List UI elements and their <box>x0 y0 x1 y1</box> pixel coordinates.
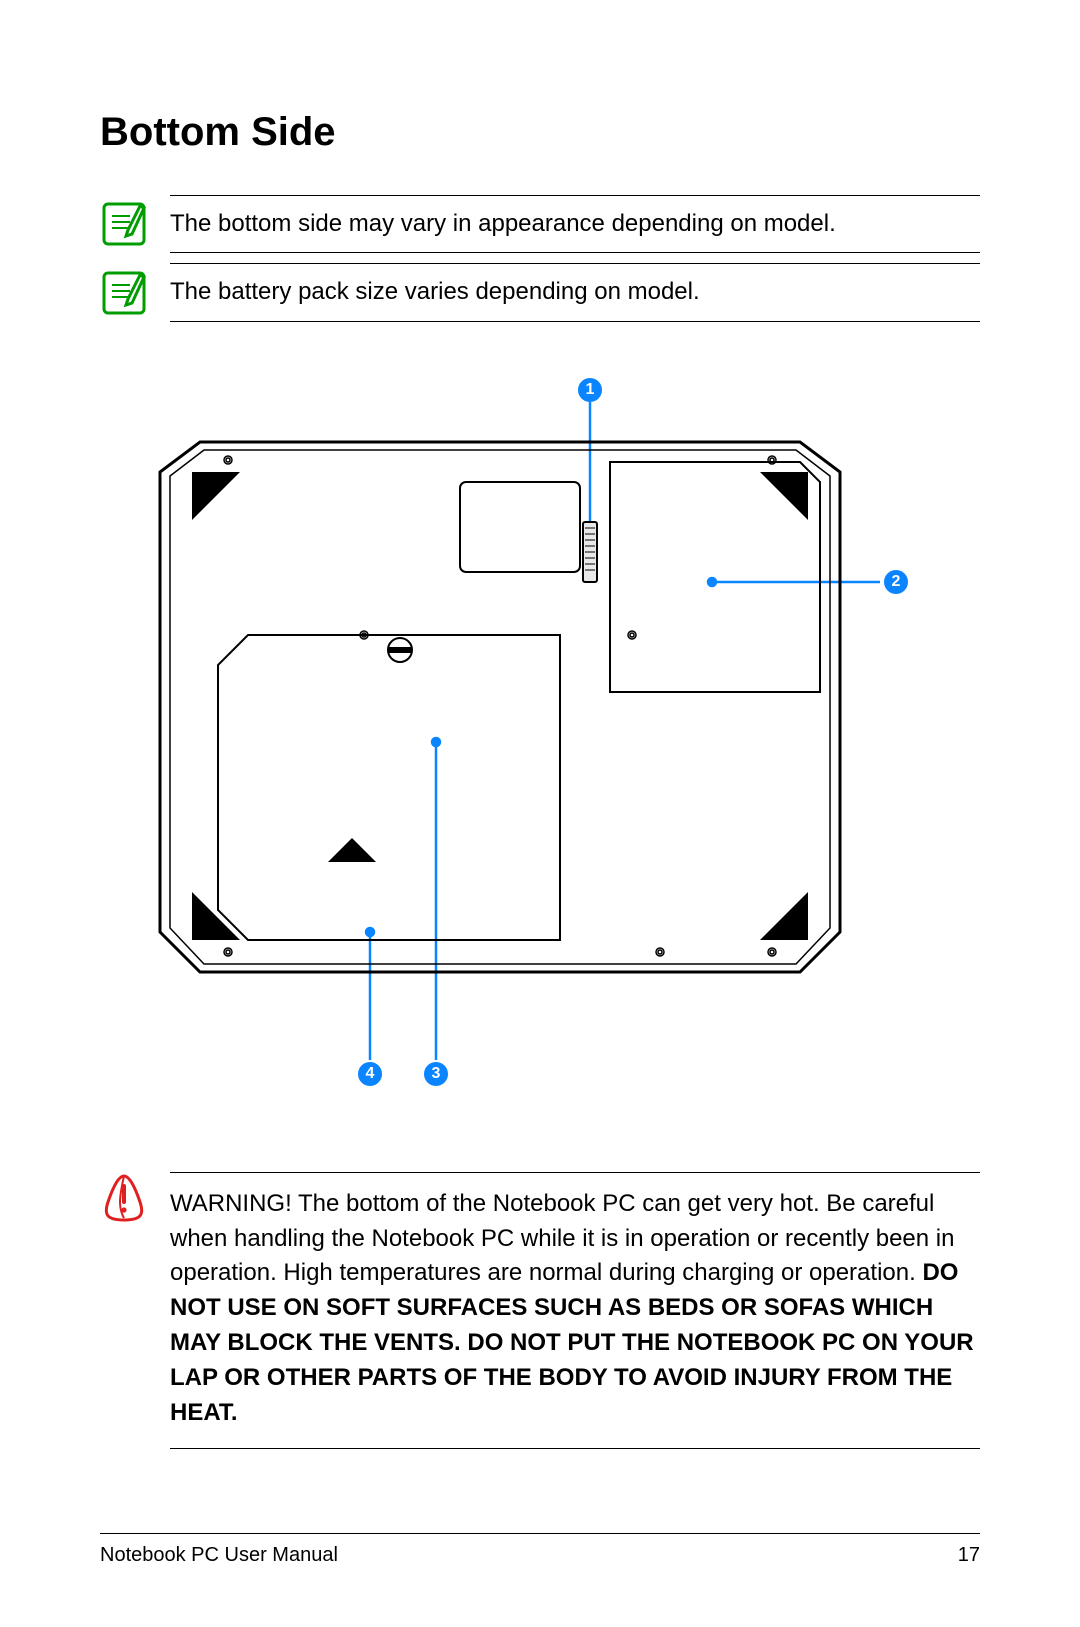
callout-badge-4: 4 <box>358 1062 382 1086</box>
page-title: Bottom Side <box>100 110 980 155</box>
laptop-bottom-diagram: 1 2 3 4 <box>100 372 980 1092</box>
warning-text: WARNING! The bottom of the Notebook PC c… <box>170 1172 980 1450</box>
note-icon <box>100 269 148 317</box>
callout-badge-1: 1 <box>578 378 602 402</box>
note-icon <box>100 200 148 248</box>
callout-badge-3: 3 <box>424 1062 448 1086</box>
warning-block: WARNING! The bottom of the Notebook PC c… <box>100 1172 980 1450</box>
note-row: The battery pack size varies depending o… <box>100 263 980 321</box>
callout-badge-2: 2 <box>884 570 908 594</box>
warning-icon <box>100 1172 148 1450</box>
note-row: The bottom side may vary in appearance d… <box>100 195 980 253</box>
footer-page-number: 17 <box>958 1544 980 1567</box>
warning-text-normal: WARNING! The bottom of the Notebook PC c… <box>170 1190 954 1287</box>
note-text: The bottom side may vary in appearance d… <box>170 195 980 253</box>
footer-doc-title: Notebook PC User Manual <box>100 1544 338 1567</box>
page-footer: Notebook PC User Manual 17 <box>100 1533 980 1567</box>
note-text: The battery pack size varies depending o… <box>170 263 980 321</box>
